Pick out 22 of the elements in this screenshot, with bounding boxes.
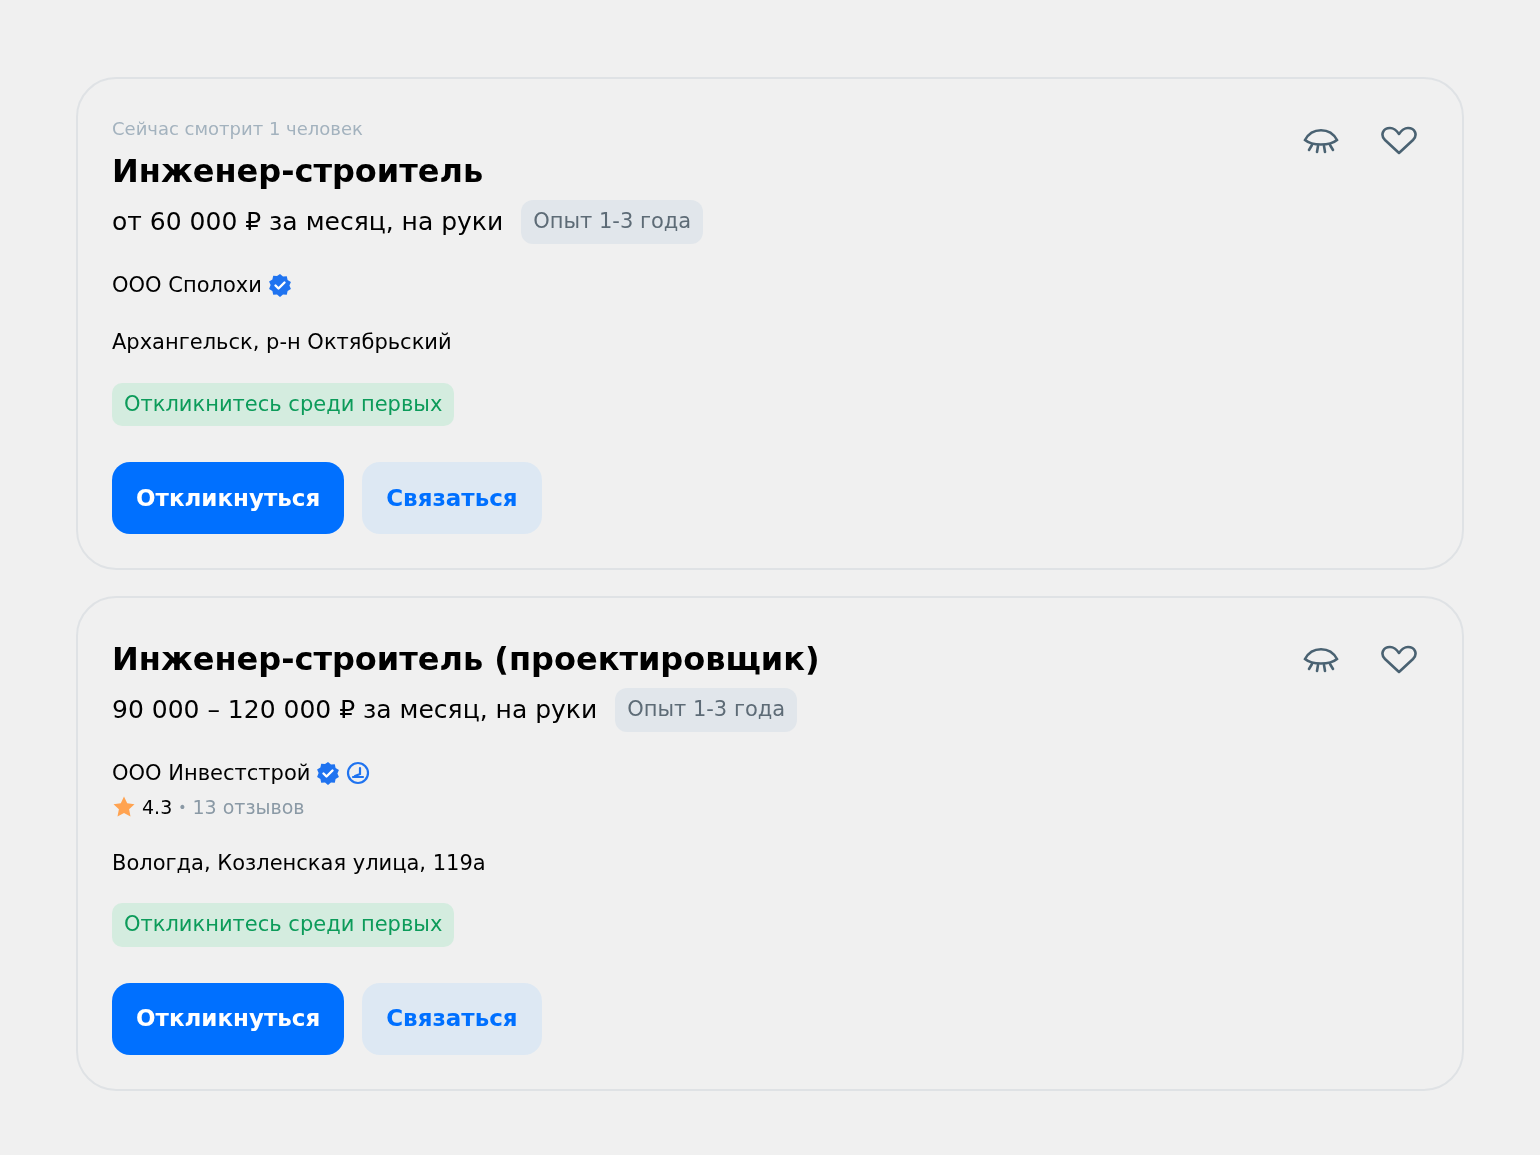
experience-badge: Опыт 1-3 года — [615, 688, 798, 732]
salary-text: 90 000 – 120 000 ₽ за месяц, на руки — [112, 694, 598, 726]
contact-button[interactable]: Связаться — [362, 982, 542, 1055]
company-name[interactable]: ООО Инвестстрой — [112, 757, 311, 789]
contact-button[interactable]: Связаться — [362, 462, 542, 534]
rating-score: 4.3 — [142, 795, 173, 820]
vacancy-title[interactable]: Инженер-строитель — [112, 150, 484, 192]
early-response-tag: Откликнитесь среди первых — [112, 382, 455, 426]
viewers-count-text: Сейчас смотрит 1 человек — [112, 117, 363, 141]
salary-text: от 60 000 ₽ за месяц, на руки — [112, 206, 504, 238]
address-text: Вологда, Козленская улица, 119а — [112, 849, 487, 877]
experience-badge: Опыт 1-3 года — [521, 200, 704, 244]
heart-icon[interactable] — [1380, 125, 1418, 157]
address-text: Архангельск, р-н Октябрьский — [112, 329, 453, 356]
vacancy-title[interactable]: Инженер-строитель (проектировщик) — [112, 638, 820, 680]
respond-button[interactable]: Откликнуться — [112, 462, 345, 534]
respond-button[interactable]: Откликнуться — [112, 982, 345, 1055]
separator-dot: • — [178, 797, 187, 817]
company-name[interactable]: ООО Сполохи — [112, 269, 262, 301]
early-response-tag: Откликнитесь среди первых — [112, 903, 455, 947]
reviews-link[interactable]: 13 отзывов — [192, 793, 305, 822]
heart-icon[interactable] — [1380, 644, 1418, 676]
